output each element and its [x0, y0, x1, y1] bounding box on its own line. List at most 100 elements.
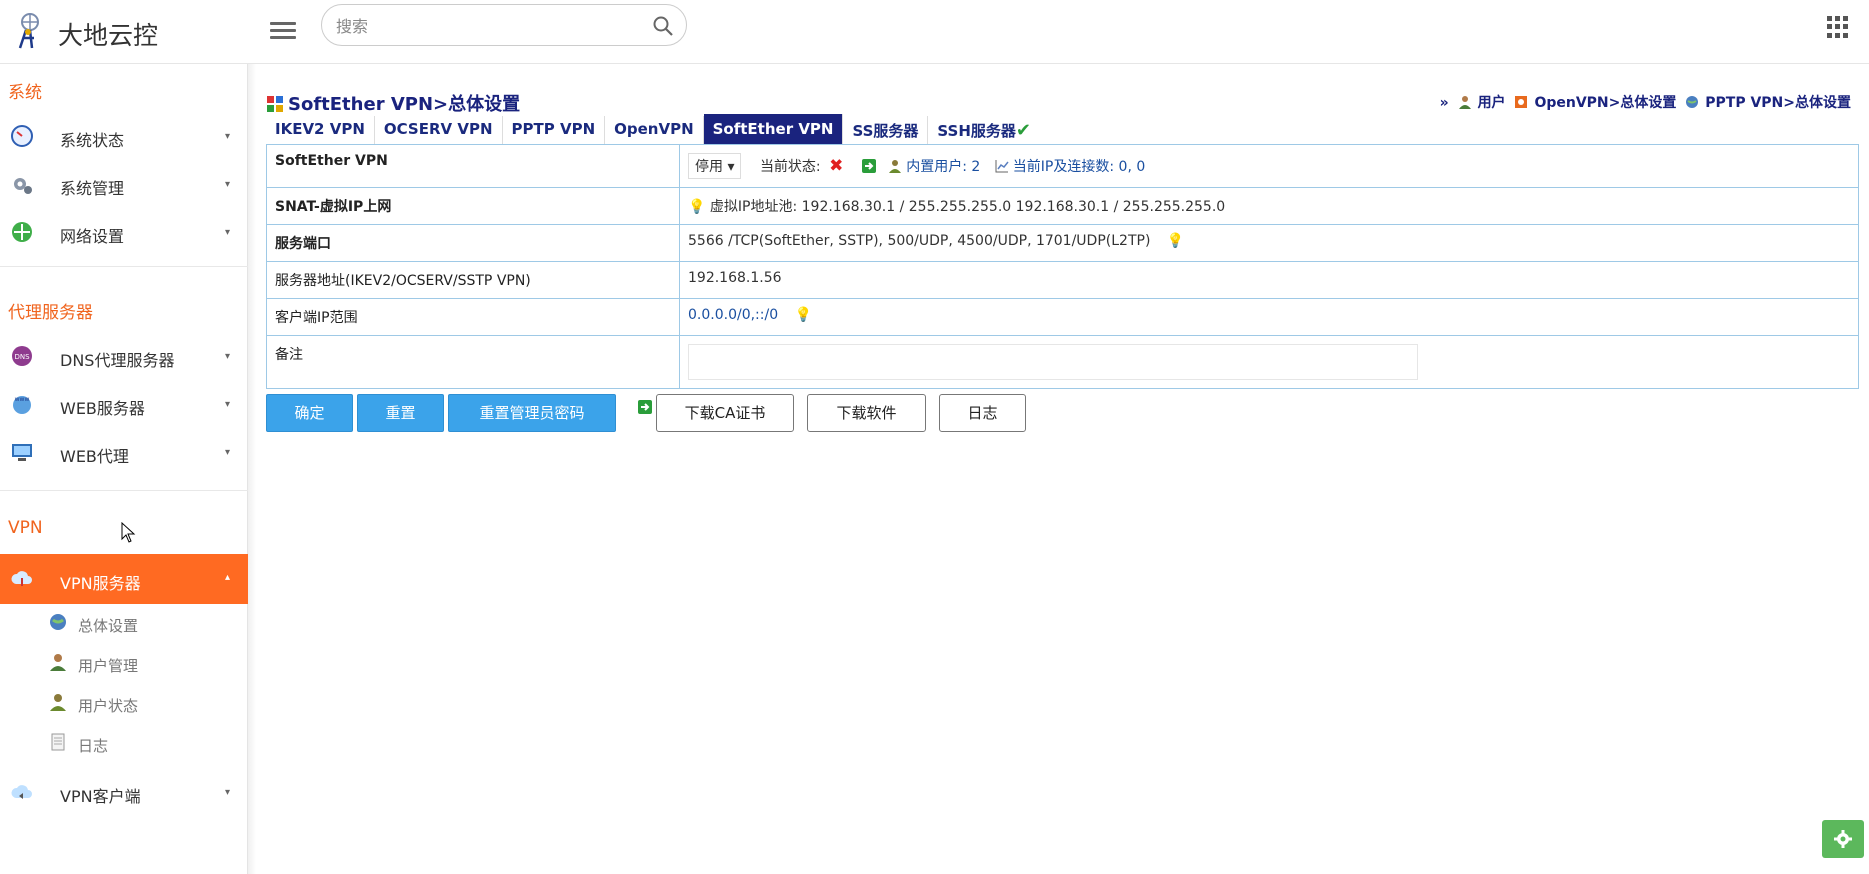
sidebar-item-system-management[interactable]: 系统管理 ▾: [0, 162, 248, 206]
settings-gear-button[interactable]: [1822, 820, 1864, 858]
chevron-down-icon: ▾: [224, 179, 230, 190]
breadcrumb-prefix: »: [1439, 95, 1449, 111]
search-box: [321, 4, 687, 46]
enable-select[interactable]: 停用 ▾: [688, 153, 742, 179]
enable-select-value: 停用: [695, 159, 723, 175]
sidebar-item-vpn-client[interactable]: VPN客户端 ▾: [0, 770, 248, 814]
page-title-text: SoftEther VPN>总体设置: [288, 94, 521, 115]
tab-ss-server[interactable]: SS服务器: [843, 116, 929, 144]
sidebar-item-dns-proxy[interactable]: DNS DNS代理服务器 ▾: [0, 334, 248, 378]
log-button[interactable]: 日志: [939, 394, 1026, 432]
sidebar-subitem-general-settings[interactable]: 总体设置: [48, 606, 238, 640]
tab-softether[interactable]: SoftEther VPN: [703, 114, 844, 144]
menu-toggle-icon[interactable]: [270, 18, 296, 42]
login-arrow-icon[interactable]: [638, 400, 652, 414]
brand-title: 大地云控: [58, 21, 159, 50]
svg-text:www: www: [15, 396, 30, 403]
chevron-down-icon: ▾: [224, 399, 230, 410]
sidebar-item-label: VPN客户端: [60, 787, 141, 806]
row-value: [679, 335, 1859, 389]
apps-grid-icon[interactable]: [1827, 16, 1849, 38]
server-address-value[interactable]: 192.168.1.56: [679, 261, 1859, 299]
chevron-down-icon: ▾: [224, 351, 230, 362]
sidebar-subitem-label: 日志: [78, 737, 109, 755]
sidebar-subitem-log[interactable]: 日志: [48, 726, 238, 760]
remark-input[interactable]: [688, 344, 1418, 380]
row-key: 服务器地址(IKEV2/OCSERV/SSTP VPN): [266, 261, 680, 299]
breadcrumb-link-openvpn[interactable]: OpenVPN>总体设置: [1534, 95, 1676, 111]
chart-icon: [995, 160, 1009, 173]
section-title-vpn: VPN: [8, 518, 43, 538]
section-title-system: 系统: [8, 83, 42, 103]
row-key: SoftEther VPN: [266, 144, 680, 188]
table-row: SoftEther VPN 停用 ▾ 当前状态: ✖ 内置用户: 2 当前IP及…: [266, 144, 1859, 188]
ip-connections-link[interactable]: 当前IP及连接数: 0, 0: [1013, 159, 1145, 175]
row-value: 0.0.0.0/0,::/0 💡: [679, 298, 1859, 336]
sidebar-subitem-label: 用户状态: [78, 697, 139, 715]
row-key: 服务端口: [266, 224, 680, 262]
divider: [0, 490, 248, 491]
table-row: SNAT-虚拟IP上网 💡 虚拟IP地址池: 192.168.30.1 / 25…: [266, 187, 1859, 225]
search-icon[interactable]: [652, 15, 674, 37]
reset-button[interactable]: 重置: [357, 394, 444, 432]
sidebar-item-network-settings[interactable]: 网络设置 ▾: [0, 210, 248, 254]
row-value: 停用 ▾ 当前状态: ✖ 内置用户: 2 当前IP及连接数: 0, 0: [679, 144, 1859, 188]
row-key: 客户端IP范围: [266, 298, 680, 336]
search-input[interactable]: [336, 13, 636, 39]
www-globe-icon: www: [13, 396, 31, 414]
globe-icon: [50, 614, 66, 630]
vpn-app-icon: [267, 96, 283, 112]
sidebar-subitem-user-management[interactable]: 用户管理: [48, 646, 238, 680]
tab-ocserv[interactable]: OCSERV VPN: [375, 116, 503, 144]
tab-ssh-server[interactable]: SSH服务器✔: [928, 116, 1040, 144]
row-value: 💡 虚拟IP地址池: 192.168.30.1 / 255.255.255.0 …: [679, 187, 1859, 225]
breadcrumb-link-pptp[interactable]: PPTP VPN>总体设置: [1705, 95, 1851, 111]
login-arrow-icon[interactable]: [861, 159, 876, 173]
user-icon: [50, 654, 66, 671]
sidebar-item-system-status[interactable]: 系统状态 ▾: [0, 114, 248, 158]
cloud-icon: [11, 785, 32, 799]
sidebar-subitem-user-status[interactable]: 用户状态: [48, 686, 238, 720]
cloud-icon: [11, 571, 32, 586]
download-ca-button[interactable]: 下载CA证书: [656, 394, 794, 432]
section-title-proxy: 代理服务器: [8, 303, 93, 323]
row-key: 备注: [266, 335, 680, 389]
reset-admin-password-button[interactable]: 重置管理员密码: [448, 394, 616, 432]
row-key: SNAT-虚拟IP上网: [266, 187, 680, 225]
vpn-tabs: IKEV2 VPN OCSERV VPN PPTP VPN OpenVPN So…: [266, 114, 1040, 144]
lightbulb-icon[interactable]: 💡: [1167, 233, 1184, 249]
confirm-button[interactable]: 确定: [266, 394, 353, 432]
client-ip-range-value[interactable]: 0.0.0.0/0,::/0: [688, 307, 778, 323]
sidebar-item-label: WEB服务器: [60, 399, 145, 418]
lightbulb-icon[interactable]: 💡: [688, 199, 705, 215]
svg-text:DNS: DNS: [14, 353, 30, 361]
table-row: 服务器地址(IKEV2/OCSERV/SSTP VPN) 192.168.1.5…: [266, 261, 1859, 299]
table-row: 客户端IP范围 0.0.0.0/0,::/0 💡: [266, 298, 1859, 336]
breadcrumb-link-user[interactable]: 用户: [1478, 95, 1506, 111]
tab-openvpn[interactable]: OpenVPN: [605, 116, 704, 144]
sidebar-item-web-proxy[interactable]: WEB代理 ▾: [0, 430, 248, 474]
tab-pptp[interactable]: PPTP VPN: [503, 116, 606, 144]
top-bar: 大地云控: [0, 0, 1869, 64]
user-status-icon: [50, 694, 66, 711]
main-content: SoftEther VPN>总体设置 » 用户 OpenVPN>总体设置 PPT…: [266, 64, 1861, 874]
logo-icon: [18, 13, 39, 49]
sidebar-item-label: 系统管理: [60, 179, 125, 198]
gauge-icon: [11, 125, 33, 147]
chevron-down-icon: ▾: [224, 787, 230, 798]
page-title: SoftEther VPN>总体设置: [266, 90, 520, 116]
openvpn-icon: [1515, 96, 1528, 108]
tab-ikev2[interactable]: IKEV2 VPN: [266, 116, 375, 144]
monitor-icon: [12, 444, 32, 461]
lightbulb-icon[interactable]: 💡: [795, 307, 812, 323]
sidebar-item-label: 网络设置: [60, 227, 125, 246]
sidebar-item-vpn-server[interactable]: VPN服务器 ▴: [0, 554, 248, 604]
sidebar-item-label: WEB代理: [60, 447, 129, 466]
builtin-users-link[interactable]: 内置用户: 2: [906, 159, 980, 175]
chevron-down-icon: ▾: [224, 131, 230, 142]
sidebar: 系统 系统状态 ▾ 系统管理 ▾ 网络设置 ▾ 代理服务器 DNS DNS代理服…: [0, 64, 248, 874]
sidebar-item-web-server[interactable]: www WEB服务器 ▾: [0, 382, 248, 426]
settings-table: SoftEther VPN 停用 ▾ 当前状态: ✖ 内置用户: 2 当前IP及…: [266, 144, 1859, 389]
download-software-button[interactable]: 下载软件: [807, 394, 926, 432]
user-icon: [1458, 96, 1471, 109]
